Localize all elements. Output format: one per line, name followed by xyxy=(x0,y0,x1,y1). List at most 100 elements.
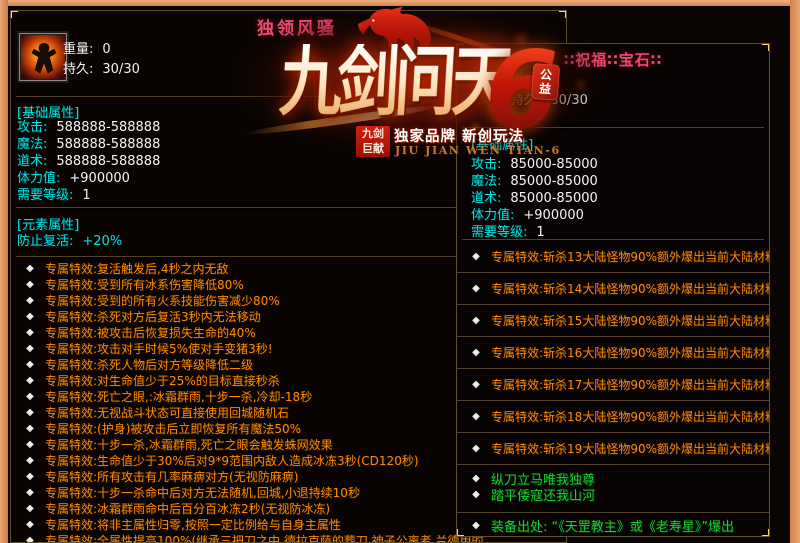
diamond-bullet-icon: ◆ xyxy=(469,520,483,531)
stat-row: 道术:85000-85000 xyxy=(471,190,598,207)
effect-text: 专属特效:斩杀19大陆怪物90%额外爆出当前大陆材料. xyxy=(491,440,770,457)
stat-row: 体力值: +900000 xyxy=(471,207,598,224)
effect-text: 专属特效:被攻击后恢复损失生命的40% xyxy=(45,325,256,341)
stat-label: 道术: xyxy=(471,191,501,206)
slogan-line: ◆ 踏平倭寇还我山河 xyxy=(457,486,769,502)
stat-label: 魔法: xyxy=(471,174,501,189)
corner-accent xyxy=(456,529,464,537)
effect-text: 专属特效:冰霜群雨命中后百分百冰冻2秒(无视防冰冻) xyxy=(45,501,330,517)
effect-text: 专属特效:(护身)被攻击后立即恢复所有魔法50% xyxy=(45,421,301,437)
weight-label: 重量: xyxy=(511,75,541,90)
slogan-text: 踏平倭寇还我山河 xyxy=(491,485,595,504)
diamond-bullet-icon: ◆ xyxy=(469,379,483,390)
stat-label: 体力值: xyxy=(17,171,60,186)
stat-value: +900000 xyxy=(69,171,130,186)
diamond-bullet-icon: ◆ xyxy=(23,485,37,501)
diamond-bullet-icon: ◆ xyxy=(469,411,483,422)
effect-text: 专属特效:斩杀17大陆怪物90%额外爆出当前大陆材料. xyxy=(491,376,770,393)
corner-accent xyxy=(559,10,567,18)
corner-accent xyxy=(10,10,18,18)
effect-text: 专属特效:杀死对方后复活3秒内无法移动 xyxy=(45,309,261,325)
divider xyxy=(462,127,764,128)
stat-label: 需要等级: xyxy=(471,225,527,240)
diamond-bullet-icon: ◆ xyxy=(23,325,37,341)
weight-label: 重量: xyxy=(63,42,93,57)
diamond-bullet-icon: ◆ xyxy=(23,373,37,389)
stat-row: 攻击: 85000-85000 xyxy=(471,156,598,173)
durability-label: 持久: xyxy=(63,62,93,77)
effect-text: 专属特效:受到的所有火系技能伤害减少80% xyxy=(45,293,280,309)
diamond-bullet-icon: ◆ xyxy=(469,443,483,454)
effect-line: ◆ 专属特效:斩杀14大陆怪物90%额外爆出当前大陆材料. xyxy=(457,273,769,305)
item-name-left: 独领风骚 xyxy=(257,14,337,39)
stat-row: 魔法: 85000-85000 xyxy=(471,173,598,190)
effect-text: 专属特效:生命值少于30%后对9*9范围内敌人造成冰冻3秒(CD120秒) xyxy=(45,453,419,469)
effect-text: 专属特效:对生命值少于25%的目标直接秒杀 xyxy=(45,373,280,389)
corner-accent xyxy=(456,43,464,51)
weight-value: 0 xyxy=(550,75,558,90)
weight-value: 0 xyxy=(102,42,110,57)
diamond-bullet-icon: ◆ xyxy=(23,405,37,421)
stat-label: 体力值: xyxy=(471,208,514,223)
diamond-bullet-icon: ◆ xyxy=(23,501,37,517)
stat-row: 需要等级: 1 xyxy=(17,187,160,204)
durability-value: 30/30 xyxy=(102,62,139,77)
effect-text: 专属特效:复活触发后,4秒之内无敌 xyxy=(45,261,229,277)
effect-text: 专属特效:十步一杀命中后对方无法随机,回城,小退持续10秒 xyxy=(45,485,360,501)
divider xyxy=(462,239,764,240)
effect-text: 专属特效:所有攻击有几率麻痹对方(无视防麻痹) xyxy=(45,469,298,485)
effect-text: 专属特效:受到所有冰系伤害降低80% xyxy=(45,277,244,293)
durability-value: 30/30 xyxy=(550,93,587,108)
base-stats: 攻击: 85000-85000 魔法: 85000-85000 道术:85000-8… xyxy=(471,156,598,241)
diamond-bullet-icon: ◆ xyxy=(23,389,37,405)
stat-value: 85000-85000 xyxy=(510,174,597,189)
item-tooltip-right: ∷祝福∷宝石∷ 重量:0 持久:30/30 [基础属性] 攻击:85000-85… xyxy=(456,43,770,537)
diamond-bullet-icon: ◆ xyxy=(23,453,37,469)
durability-row: 持久: 30/30 xyxy=(63,58,140,77)
stat-value: 1 xyxy=(82,188,90,203)
effect-line: ◆ 专属特效:斩杀19大陆怪物90%额外爆出当前大陆材料. xyxy=(457,433,769,465)
element-section-label: [元素属性] xyxy=(17,214,79,233)
effect-text: 专属特效:十步一杀,冰霜群雨,死亡之眼会触发蛛网效果 xyxy=(45,437,333,453)
stat-row: 攻击:588888-588888 xyxy=(17,119,160,136)
stat-value: 1 xyxy=(536,225,544,240)
stat-label: 需要等级: xyxy=(17,188,73,203)
effect-text: 专属特效:杀死人物后对方等级降低二级 xyxy=(45,357,253,373)
stat-label: 防止复活: xyxy=(17,234,73,249)
game-screen: 独领风骚 重量:0 持久:30/30 [基础属性] 攻击:588888-5888… xyxy=(0,0,800,543)
stat-label: 攻击: xyxy=(471,157,501,172)
stat-value: +900000 xyxy=(523,208,584,223)
effect-text: 专属特效:斩杀14大陆怪物90%额外爆出当前大陆材料. xyxy=(491,280,770,297)
diamond-bullet-icon: ◆ xyxy=(23,517,37,533)
effect-line: ◆ 专属特效:斩杀15大陆怪物90%额外爆出当前大陆材料. xyxy=(457,305,769,337)
stat-row: 体力值: +900000 xyxy=(17,170,160,187)
stat-row: 魔法:588888-588888 xyxy=(17,136,160,153)
stat-value: 85000-85000 xyxy=(510,157,597,172)
diamond-bullet-icon: ◆ xyxy=(23,469,37,485)
effect-text: 专属特效:攻击对手时候5%使对手变猪3秒! xyxy=(45,341,273,357)
diamond-bullet-icon: ◆ xyxy=(469,283,483,294)
drop-source-row: ◆装备出处: “《天罡教主》或《老寿星》”爆出 xyxy=(457,513,769,537)
effect-line: ◆ 专属特效:斩杀18大陆怪物90%额外爆出当前大陆材料. xyxy=(457,401,769,433)
durability-row: 持久:30/30 xyxy=(511,89,588,108)
diamond-bullet-icon: ◆ xyxy=(23,293,37,309)
diamond-bullet-icon: ◆ xyxy=(23,357,37,373)
effect-line: ◆专属特效:斩杀16大陆怪物90%额外爆出当前大陆材料. xyxy=(457,337,769,369)
diamond-bullet-icon: ◆ xyxy=(23,341,37,357)
stat-row: 防止复活: +20% xyxy=(17,233,122,250)
diamond-bullet-icon: ◆ xyxy=(23,309,37,325)
stat-label: 道术: xyxy=(17,154,47,169)
diamond-bullet-icon: ◆ xyxy=(23,437,37,453)
effects-list: ◆专属特效:斩杀13大陆怪物90%额外爆出当前大陆材料. ◆ 专属特效:斩杀14大… xyxy=(457,241,769,465)
stat-value: +20% xyxy=(82,234,122,249)
effect-line: ◆专属特效:斩杀13大陆怪物90%额外爆出当前大陆材料. xyxy=(457,241,769,273)
window-frame-left xyxy=(0,0,8,543)
window-frame-right xyxy=(790,0,800,543)
effect-text: 专属特效:斩杀18大陆怪物90%额外爆出当前大陆材料. xyxy=(491,408,770,425)
diamond-bullet-icon: ◆ xyxy=(469,489,483,500)
window-frame-top xyxy=(0,0,800,6)
diamond-bullet-icon: ◆ xyxy=(469,315,483,326)
slogan-list: ◆纵刀立马唯我独尊 ◆踏平倭寇还我山河 xyxy=(457,465,769,513)
effect-text: 专属特效:斩杀15大陆怪物90%额外爆出当前大陆材料. xyxy=(491,312,770,329)
base-stats: 攻击:588888-588888 魔法:588888-588888 道术:588… xyxy=(17,119,160,204)
